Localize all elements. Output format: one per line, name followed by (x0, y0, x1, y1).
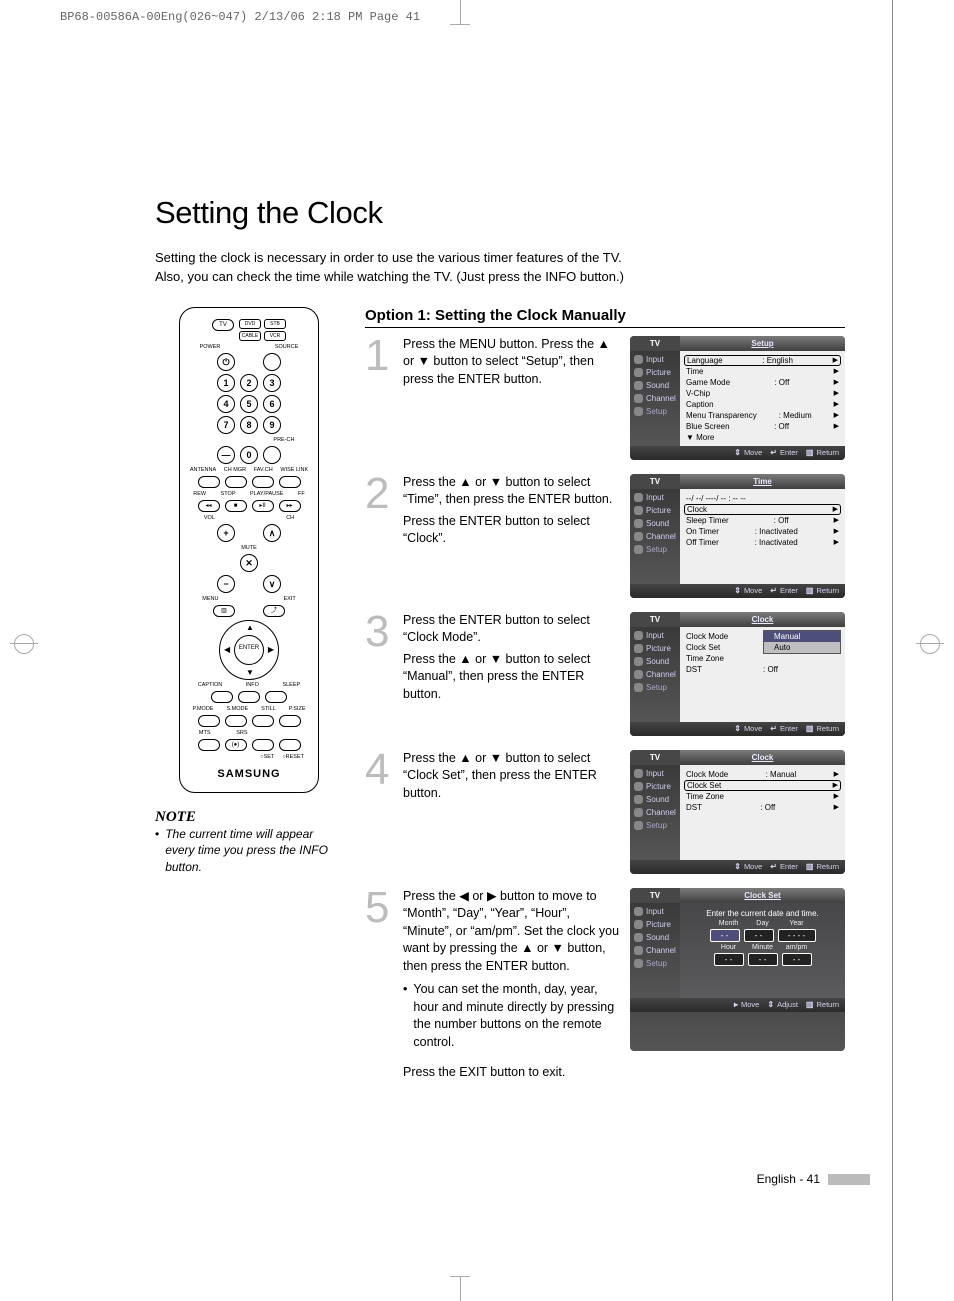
source-button (263, 353, 281, 371)
step-2: 2 Press the ▲ or ▼ button to select “Tim… (365, 474, 845, 598)
page-footer: English - 41 (757, 1172, 870, 1186)
page-title: Setting the Clock (155, 195, 845, 231)
menu-button: ▥ (213, 605, 235, 617)
crop-mark-bottom (440, 1271, 480, 1301)
exit-button: ⤴ (263, 605, 285, 617)
registration-mark-left (10, 630, 38, 658)
registration-mark-right (916, 630, 944, 658)
crop-mark-top (440, 0, 480, 30)
section-title: Option 1: Setting the Clock Manually (365, 307, 845, 328)
osd-clock-set: TVClock Set Input Picture Sound Channel … (630, 888, 845, 1052)
exit-instruction: Press the EXIT button to exit. (403, 1065, 845, 1079)
intro-text: Setting the clock is necessary in order … (155, 249, 845, 287)
prech-button (263, 446, 281, 464)
note-body: The current time will appear every time … (155, 826, 343, 876)
footer-bar-icon (828, 1174, 870, 1185)
brand-logo: SAMSUNG (186, 768, 312, 780)
osd-setup: TVSetup Input Picture Sound Channel Setu… (630, 336, 845, 460)
osd-clock-set-select: TVClock Input Picture Sound Channel Setu… (630, 750, 845, 874)
power-button: ⏻ (217, 353, 235, 371)
nav-ring: ▲ ▼ ◀ ▶ ENTER (219, 620, 279, 680)
osd-clock-mode: TVClock Input Picture Sound Channel Setu… (630, 612, 845, 736)
crop-header: BP68-00586A-00Eng(026~047) 2/13/06 2:18 … (60, 10, 420, 24)
note-title: NOTE (155, 809, 343, 826)
step-5: 5 Press the ◀ or ▶ button to move to “Mo… (365, 888, 845, 1052)
osd-time: TVTime Input Picture Sound Channel Setup… (630, 474, 845, 598)
step-4: 4 Press the ▲ or ▼ button to select “Clo… (365, 750, 845, 874)
remote-tv-button: TV (212, 319, 234, 331)
cut-line (892, 0, 893, 1301)
step-1: 1 Press the MENU button. Press the ▲ or … (365, 336, 845, 460)
mute-button: ✕ (240, 554, 258, 572)
remote-control-diagram: TV DVD STB CABLE VCR POWERSOURCE ⏻ (179, 307, 319, 793)
step-3: 3 Press the ENTER button to select “Cloc… (365, 612, 845, 736)
